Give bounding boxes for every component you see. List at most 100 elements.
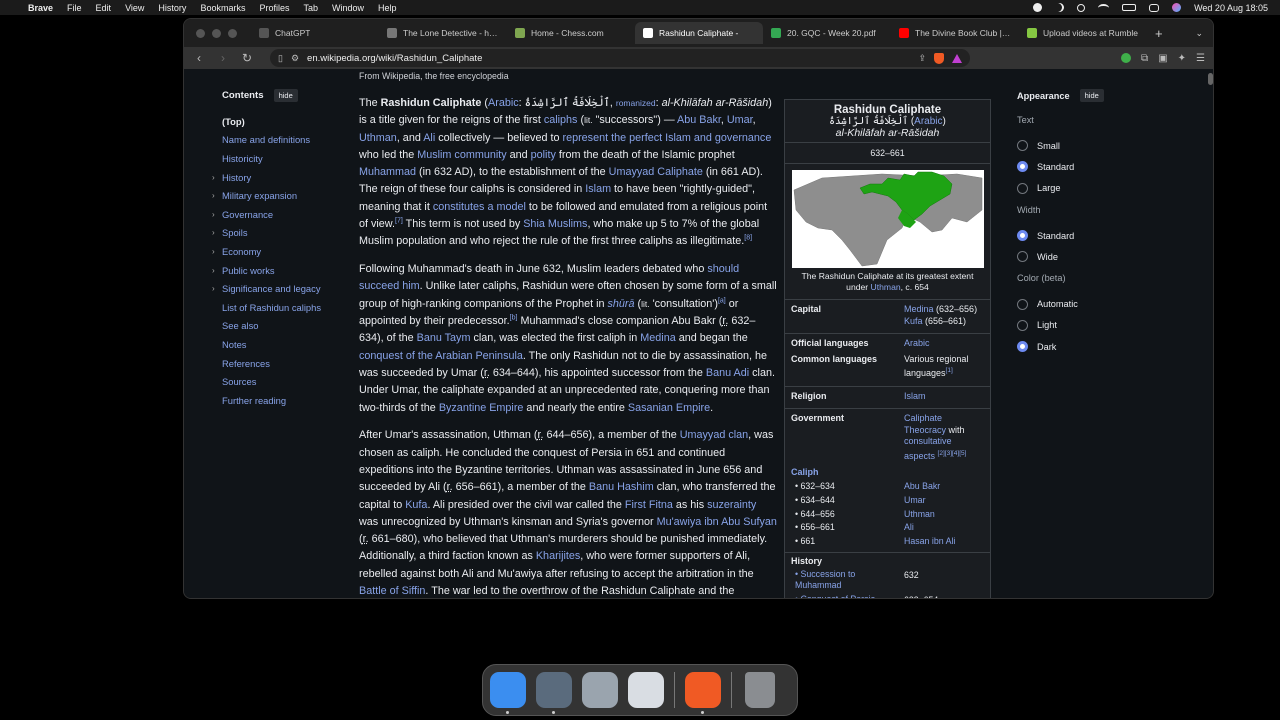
browser-tab[interactable]: The Lone Detective - how xyxy=(379,22,507,44)
extension-green-icon[interactable] xyxy=(1121,53,1132,63)
caption-uthman-link[interactable]: Uthman xyxy=(871,282,901,292)
battery-icon[interactable] xyxy=(1122,4,1137,11)
toc-item[interactable]: › Economy xyxy=(212,242,352,261)
menu-window[interactable]: Window xyxy=(332,3,364,13)
maximize-window-button[interactable] xyxy=(228,28,237,38)
toc-expand-chevron-icon[interactable]: › xyxy=(212,173,215,182)
address-bar[interactable]: ▯ ⚙ en.wikipedia.org/wiki/Rashidun_Calip… xyxy=(270,49,970,67)
menu-edit[interactable]: Edit xyxy=(96,3,112,13)
toc-expand-chevron-icon[interactable]: › xyxy=(212,266,215,275)
capital-medina-link[interactable]: Medina xyxy=(904,304,934,314)
toc-hide-button[interactable]: hide xyxy=(273,89,298,102)
new-tab-button[interactable]: + xyxy=(1155,26,1163,41)
quicktime-icon[interactable] xyxy=(536,672,572,714)
close-window-button[interactable] xyxy=(196,28,205,38)
infobox-arabic-link[interactable]: Arabic xyxy=(914,116,942,127)
history-event-link[interactable]: • Conquest of Persia xyxy=(795,594,904,598)
radio-button[interactable] xyxy=(1017,140,1028,152)
government-theocracy-link[interactable]: Theocracy xyxy=(904,425,946,435)
site-settings-icon[interactable]: ⚙ xyxy=(291,53,299,64)
toc-item[interactable]: Sources xyxy=(222,372,352,391)
appearance-hide-button[interactable]: hide xyxy=(1079,89,1104,102)
toc-item[interactable]: Notes xyxy=(222,335,352,354)
leo-ai-icon[interactable]: ✦ xyxy=(1178,53,1186,64)
text-size-option-small[interactable]: Small xyxy=(1017,135,1177,156)
wifi-icon[interactable] xyxy=(1098,3,1110,12)
moon-icon[interactable] xyxy=(1055,3,1064,12)
minimize-window-button[interactable] xyxy=(212,28,221,38)
siri-icon[interactable] xyxy=(1172,3,1182,12)
caliph-name-link[interactable]: Ali xyxy=(904,521,914,534)
color-option-automatic[interactable]: Automatic xyxy=(1017,293,1177,314)
finder-icon[interactable] xyxy=(490,672,526,714)
caliph-name-link[interactable]: Hasan ibn Ali xyxy=(904,535,955,548)
toc-item[interactable]: Historicity xyxy=(222,149,352,168)
religion-islam-link[interactable]: Islam xyxy=(904,391,926,401)
history-event-link[interactable]: • Succession to Muhammad xyxy=(795,569,904,591)
forward-button[interactable]: › xyxy=(216,51,230,65)
brave-icon[interactable] xyxy=(685,672,721,714)
toc-expand-chevron-icon[interactable]: › xyxy=(212,210,215,219)
sidebar-toggle-icon[interactable]: ▣ xyxy=(1158,53,1167,64)
browser-tab[interactable]: Home - Chess.com xyxy=(507,22,635,44)
text-size-option-standard[interactable]: Standard xyxy=(1017,156,1177,177)
launchpad-icon[interactable] xyxy=(628,672,664,708)
menu-view[interactable]: View xyxy=(125,3,144,13)
toc-item[interactable]: › Significance and legacy xyxy=(212,279,352,298)
menu-tab[interactable]: Tab xyxy=(303,3,318,13)
reload-button[interactable]: ↻ xyxy=(240,51,254,65)
menu-profiles[interactable]: Profiles xyxy=(259,3,289,13)
menu-file[interactable]: File xyxy=(67,3,82,13)
menu-help[interactable]: Help xyxy=(378,3,397,13)
capital-kufa-link[interactable]: Kufa xyxy=(904,316,923,326)
official-languages-link[interactable]: Arabic xyxy=(904,338,930,348)
toc-item[interactable]: References xyxy=(222,354,352,373)
infobox-map-image[interactable] xyxy=(791,170,984,268)
tab-list-chevron-icon[interactable]: ⌄ xyxy=(1195,28,1203,39)
radio-button[interactable] xyxy=(1017,319,1028,331)
browser-tab[interactable]: 20. GQC - Week 20.pdf xyxy=(763,22,891,44)
back-button[interactable]: ‹ xyxy=(192,51,206,65)
color-option-dark[interactable]: Dark xyxy=(1017,336,1177,357)
share-icon[interactable]: ⇪ xyxy=(918,53,926,64)
radio-button[interactable] xyxy=(1017,182,1028,194)
toc-item[interactable]: › Military expansion xyxy=(212,186,352,205)
bookmark-icon[interactable]: ▯ xyxy=(278,53,283,64)
page-scrollbar[interactable] xyxy=(1208,73,1213,85)
menu-history[interactable]: History xyxy=(158,3,186,13)
width-option-standard[interactable]: Standard xyxy=(1017,225,1177,246)
toc-expand-chevron-icon[interactable]: › xyxy=(212,228,215,237)
brave-shields-icon[interactable] xyxy=(934,52,944,64)
toc-item[interactable]: List of Rashidun caliphs xyxy=(222,298,352,317)
toc-item[interactable]: › History xyxy=(212,168,352,187)
radio-button[interactable] xyxy=(1017,230,1028,242)
trash-icon[interactable] xyxy=(745,672,775,708)
color-option-light[interactable]: Light xyxy=(1017,315,1177,336)
caliph-name-link[interactable]: Umar xyxy=(904,494,926,507)
toc-item[interactable]: See also xyxy=(222,317,352,336)
browser-tab[interactable]: ChatGPT xyxy=(251,22,379,44)
toc-item[interactable]: › Spoils xyxy=(212,224,352,243)
menu-bookmarks[interactable]: Bookmarks xyxy=(200,3,245,13)
browser-tab[interactable]: Rashidun Caliphate - xyxy=(635,22,763,44)
radio-button[interactable] xyxy=(1017,341,1028,353)
width-option-wide[interactable]: Wide xyxy=(1017,246,1177,267)
menu-clock[interactable]: Wed 20 Aug 18:05 xyxy=(1194,3,1268,13)
main-menu-icon[interactable]: ☰ xyxy=(1196,53,1205,64)
toc-item[interactable]: (Top) xyxy=(222,112,352,131)
control-center-icon[interactable] xyxy=(1149,3,1160,12)
preview-icon[interactable] xyxy=(582,672,618,708)
text-size-option-large[interactable]: Large xyxy=(1017,178,1177,199)
menu-app-name[interactable]: Brave xyxy=(28,3,53,13)
caliph-name-link[interactable]: Abu Bakr xyxy=(904,480,940,493)
search-icon[interactable] xyxy=(1077,3,1086,12)
browser-tab[interactable]: The Divine Book Club | W xyxy=(891,22,1019,44)
record-icon[interactable] xyxy=(1033,3,1043,12)
radio-button[interactable] xyxy=(1017,251,1028,263)
toc-item[interactable]: › Governance xyxy=(212,205,352,224)
url-text[interactable]: en.wikipedia.org/wiki/Rashidun_Caliphate xyxy=(307,53,910,64)
infobox-caliph-heading[interactable]: Caliph xyxy=(785,464,990,479)
toc-expand-chevron-icon[interactable]: › xyxy=(212,284,215,293)
toc-item[interactable]: Name and definitions xyxy=(222,131,352,150)
toc-item[interactable]: › Public works xyxy=(212,261,352,280)
